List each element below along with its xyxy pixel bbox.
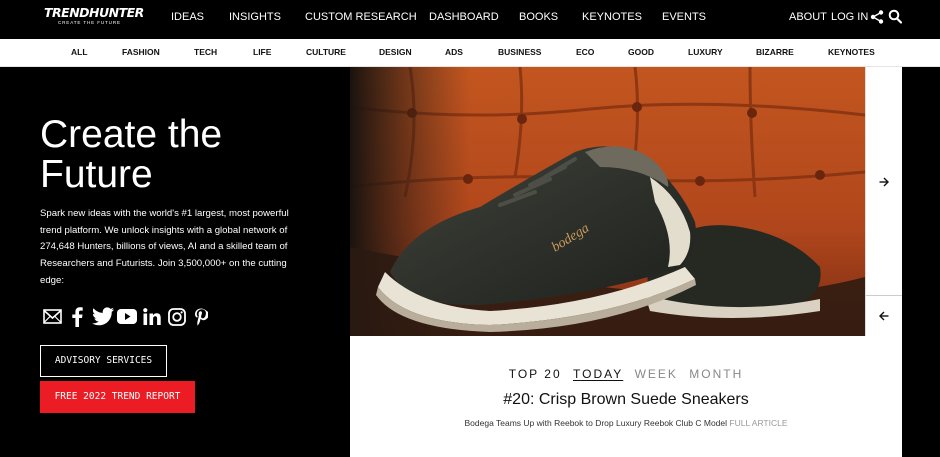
logo-wordmark: TRENDHUNTER: [44, 5, 144, 20]
article-summary: Bodega Teams Up with Reebok to Drop Luxu…: [464, 418, 728, 428]
category-bar: ALL FASHION TECH LIFE CULTURE DESIGN ADS…: [0, 39, 940, 67]
search-icon[interactable]: [888, 9, 903, 24]
category-tech[interactable]: TECH: [194, 47, 217, 58]
nav-link-login[interactable]: LOG IN: [831, 11, 868, 24]
top-navigation: TRENDHUNTER CREATE THE FUTURE IDEAS INSI…: [0, 0, 940, 39]
tab-month[interactable]: MONTH: [689, 367, 743, 381]
nav-link-insights[interactable]: INSIGHTS: [229, 11, 281, 24]
category-ads[interactable]: ADS: [445, 47, 463, 58]
hero-description: Spark new ideas with the world's #1 larg…: [40, 208, 289, 286]
arrow-left-icon: [879, 311, 889, 321]
category-bizarre[interactable]: BIZARRE: [756, 47, 794, 58]
carousel-next-button[interactable]: [866, 67, 902, 296]
hero-title-line2: Future: [40, 153, 153, 196]
linkedin-icon[interactable]: [143, 308, 161, 328]
free-trend-report-button[interactable]: FREE 2022 TREND REPORT: [40, 381, 195, 413]
twitter-icon[interactable]: [92, 307, 114, 327]
category-fashion[interactable]: FASHION: [122, 47, 160, 58]
carousel-prev-button[interactable]: [866, 297, 902, 336]
tab-today[interactable]: TODAY: [573, 367, 623, 381]
category-culture[interactable]: CULTURE: [306, 47, 346, 58]
featured-sneaker-image[interactable]: bodega: [350, 67, 865, 336]
hero-intro: Create the Future Spark new ideas with t…: [0, 67, 350, 457]
full-article-link[interactable]: FULL ARTICLE: [729, 418, 787, 428]
category-life[interactable]: LIFE: [253, 47, 271, 58]
nav-link-books[interactable]: BOOKS: [519, 11, 558, 24]
hero-title-line1: Create the: [40, 113, 223, 156]
featured-article-panel: TOP 20 TODAY WEEK MONTH #20: Crisp Brown…: [350, 336, 902, 457]
youtube-icon[interactable]: [117, 309, 137, 329]
nav-link-ideas[interactable]: IDEAS: [171, 11, 204, 24]
share-icon[interactable]: [870, 10, 884, 24]
pinterest-icon[interactable]: [194, 308, 210, 328]
nav-link-custom-research[interactable]: CUSTOM RESEARCH: [305, 11, 417, 24]
category-good[interactable]: GOOD: [628, 47, 654, 58]
category-eco[interactable]: ECO: [576, 47, 594, 58]
instagram-icon[interactable]: [168, 308, 186, 328]
category-luxury[interactable]: LUXURY: [688, 47, 723, 58]
top-20-label: TOP 20: [508, 367, 562, 381]
advisory-services-button[interactable]: ADVISORY SERVICES: [40, 345, 167, 377]
article-title[interactable]: #20: Crisp Brown Suede Sneakers: [350, 390, 902, 410]
nav-link-about[interactable]: ABOUT: [789, 11, 827, 24]
arrow-right-icon: [879, 177, 889, 187]
category-business[interactable]: BUSINESS: [498, 47, 541, 58]
category-design[interactable]: DESIGN: [379, 47, 412, 58]
category-all[interactable]: ALL: [71, 47, 88, 58]
hero-title: Create the Future: [40, 115, 340, 195]
tab-week[interactable]: WEEK: [635, 367, 678, 381]
trendhunter-logo[interactable]: TRENDHUNTER CREATE THE FUTURE: [44, 5, 144, 30]
right-edge-bar: [902, 67, 940, 457]
nav-link-events[interactable]: EVENTS: [662, 11, 706, 24]
category-keynotes[interactable]: KEYNOTES: [828, 47, 875, 58]
logo-tagline: CREATE THE FUTURE: [58, 20, 121, 25]
carousel-controls: [865, 67, 902, 336]
email-icon[interactable]: [43, 309, 62, 329]
nav-link-dashboard[interactable]: DASHBOARD: [429, 11, 499, 24]
nav-link-keynotes[interactable]: KEYNOTES: [582, 11, 642, 24]
article-subtitle: Bodega Teams Up with Reebok to Drop Luxu…: [350, 418, 902, 429]
facebook-icon[interactable]: [71, 307, 83, 327]
ranking-tabs: TOP 20 TODAY WEEK MONTH: [350, 367, 902, 381]
